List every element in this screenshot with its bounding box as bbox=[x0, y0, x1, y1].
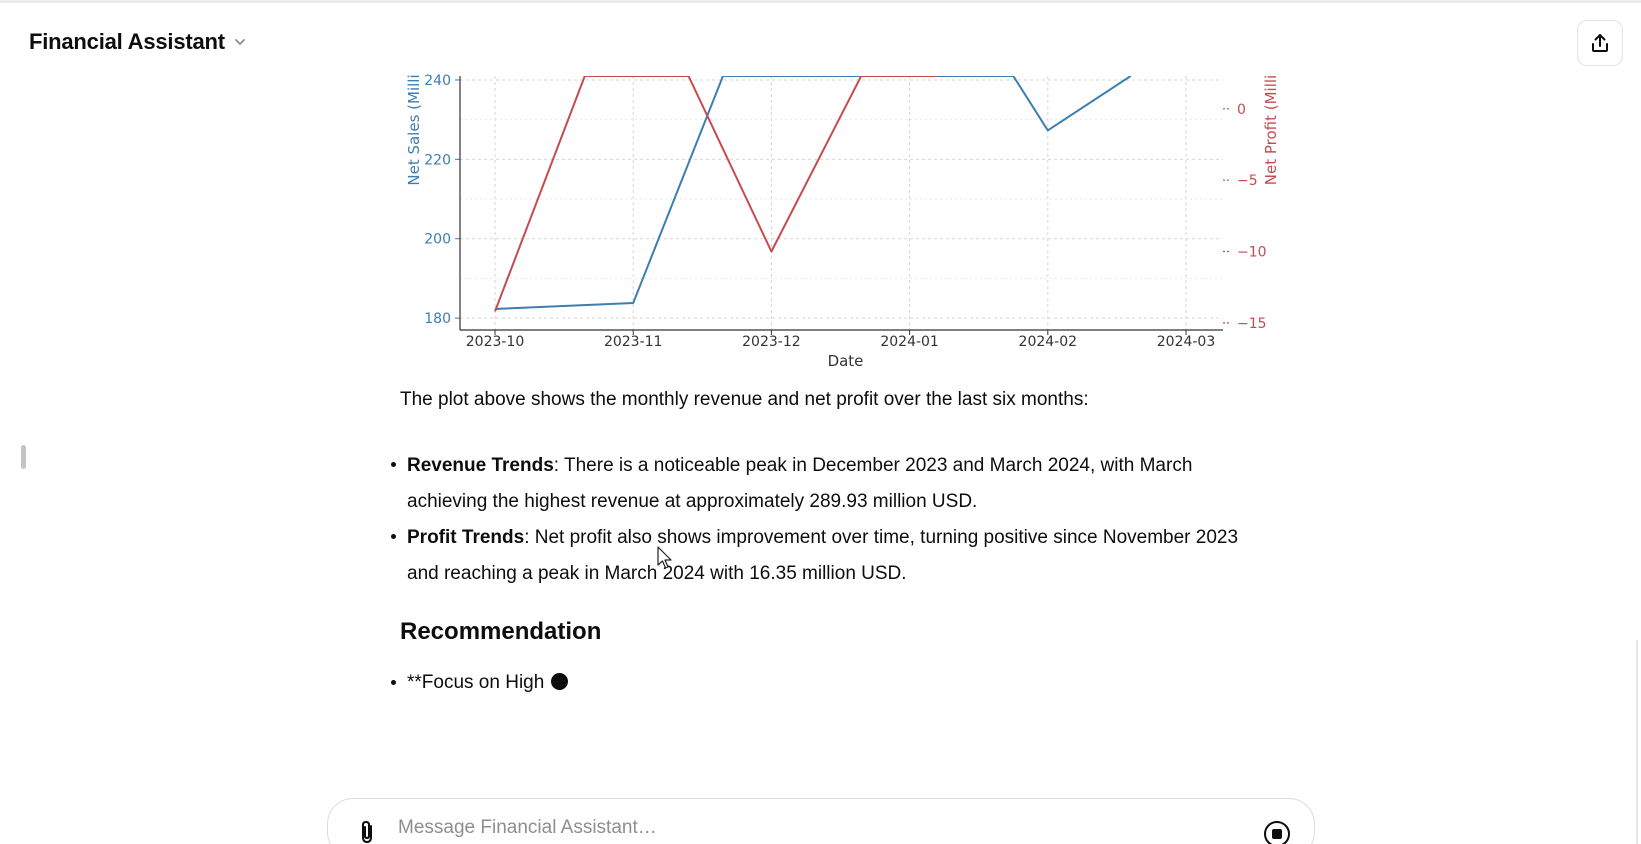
paperclip-icon[interactable] bbox=[356, 819, 378, 844]
recommendation-list: **Focus on High bbox=[388, 666, 569, 700]
chevron-down-icon bbox=[234, 39, 245, 45]
message-input[interactable] bbox=[398, 813, 1218, 843]
message-composer bbox=[327, 798, 1315, 844]
x-tick-label: 2024-02 bbox=[1019, 334, 1078, 350]
y-right-tick-label: −15 bbox=[1237, 316, 1267, 332]
bullet-title: Profit Trends bbox=[407, 527, 525, 548]
list-item: **Focus on High bbox=[388, 666, 569, 700]
scrollbar-track[interactable] bbox=[1636, 640, 1638, 844]
section-heading: Recommendation bbox=[400, 618, 602, 645]
x-tick-label: 2023-11 bbox=[604, 334, 663, 350]
y-right-axis-label: Net Profit (Milli bbox=[1262, 75, 1280, 185]
stop-button[interactable] bbox=[1264, 821, 1290, 844]
bullet-text: : Net profit also shows improvement over… bbox=[407, 527, 1239, 584]
list-item: Profit Trends: Net profit also shows imp… bbox=[388, 520, 1268, 592]
y-left-tick-label: 200 bbox=[424, 232, 451, 248]
message-intro: The plot above shows the monthly revenue… bbox=[400, 389, 1089, 410]
x-axis-label: Date bbox=[828, 352, 864, 370]
y-right-tick-label: −5 bbox=[1237, 173, 1258, 189]
recommendation-text: **Focus on High bbox=[407, 672, 545, 693]
chart-grid bbox=[460, 76, 1223, 330]
x-tick-label: 2024-03 bbox=[1157, 334, 1216, 350]
chart-axes bbox=[455, 76, 1229, 335]
y-right-tick-label: 0 bbox=[1237, 102, 1246, 118]
y-left-axis-label: Net Sales (Milli bbox=[405, 74, 423, 185]
y-left-tick-label: 220 bbox=[424, 152, 451, 168]
chart-series bbox=[494, 76, 1132, 312]
x-tick-label: 2023-12 bbox=[742, 334, 801, 350]
x-tick-label: 2024-01 bbox=[880, 334, 939, 350]
top-bar: Financial Assistant bbox=[0, 0, 1641, 78]
model-selector[interactable]: Financial Assistant bbox=[29, 29, 247, 55]
sidebar-handle[interactable] bbox=[21, 445, 26, 469]
share-button[interactable] bbox=[1577, 20, 1623, 66]
y-left-tick-label: 180 bbox=[424, 311, 451, 327]
y-right-tick-label: −10 bbox=[1237, 245, 1267, 261]
chart-labels: 2023-10 2023-11 2023-12 2024-01 2024-02 2024-… bbox=[405, 73, 1280, 370]
stop-icon bbox=[1272, 829, 1282, 839]
share-icon bbox=[1592, 34, 1608, 52]
series-line-left bbox=[494, 76, 1132, 310]
bullet-title: Revenue Trends bbox=[407, 455, 554, 476]
typing-indicator-icon bbox=[551, 673, 569, 690]
series-line-right bbox=[494, 76, 938, 312]
trend-list: Revenue Trends: There is a noticeable pe… bbox=[388, 448, 1268, 592]
list-item: Revenue Trends: There is a noticeable pe… bbox=[388, 448, 1268, 520]
x-tick-label: 2023-10 bbox=[466, 334, 525, 350]
model-name: Financial Assistant bbox=[29, 29, 225, 54]
